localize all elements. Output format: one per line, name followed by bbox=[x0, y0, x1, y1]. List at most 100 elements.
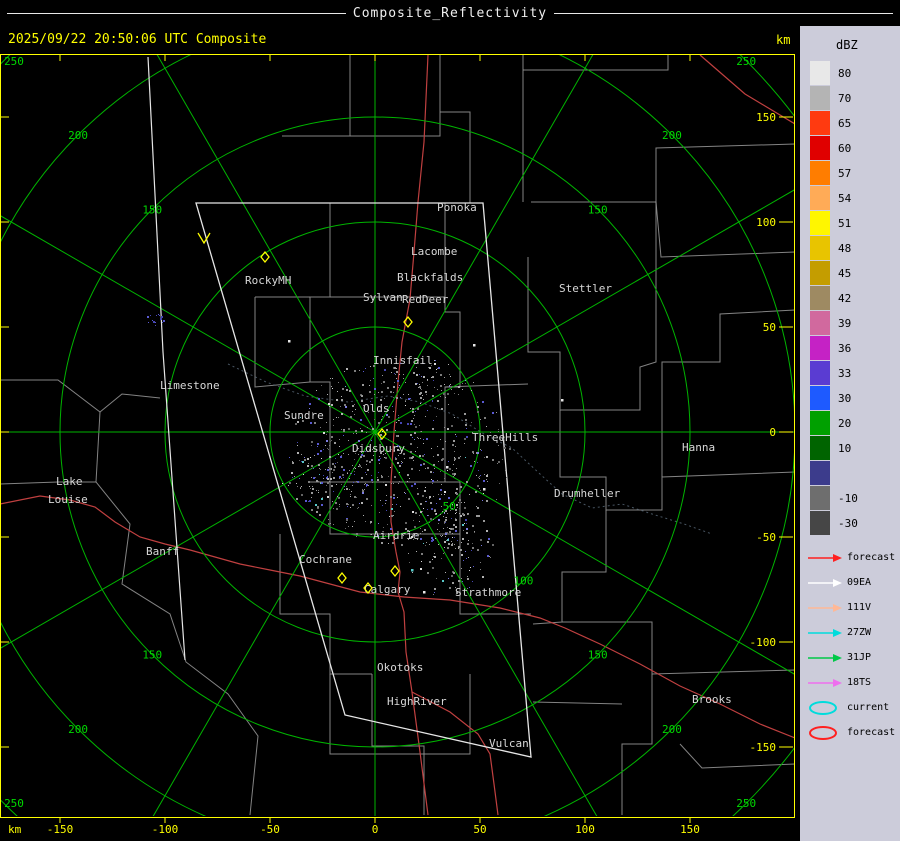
right-axis-label: 100 bbox=[756, 216, 776, 229]
track-label: 111V bbox=[847, 602, 872, 613]
track-legend-row: 18TS bbox=[806, 670, 900, 695]
colorbar-row: 57 bbox=[810, 161, 900, 185]
city-label: Stettler bbox=[559, 282, 612, 295]
colorbar-value: 80 bbox=[838, 66, 852, 80]
track-legend-row: 111V bbox=[806, 595, 900, 620]
city-label: Innisfail bbox=[373, 354, 433, 367]
city-label: Vulcan bbox=[489, 737, 529, 750]
colorbar-row: 70 bbox=[810, 86, 900, 110]
track-arrow-icon bbox=[808, 578, 842, 587]
city-label: Sylvan bbox=[363, 291, 403, 304]
colorbar-swatch bbox=[810, 161, 830, 185]
city-label: RockyMH bbox=[245, 274, 291, 287]
ring-distance-label: 50 bbox=[443, 500, 456, 513]
colorbar-value: 33 bbox=[838, 366, 852, 380]
city-label: Lacombe bbox=[411, 245, 457, 258]
colorbar-value: 65 bbox=[838, 116, 852, 130]
storm-track-legend: forecast 09EA 111V 27ZW 31JP 18TS current forec… bbox=[800, 545, 900, 745]
timestamp: 2025/09/22 20:50:06 UTC Composite bbox=[8, 32, 267, 47]
storm-cell-marker bbox=[411, 569, 414, 572]
legend-panel: dBZ 80 70 65 60 57 54 51 48 45 42 39 36 33 30 20 10 -10 -… bbox=[800, 26, 900, 841]
colorbar-swatch bbox=[810, 61, 830, 85]
ring-distance-label: 200 bbox=[662, 129, 682, 142]
track-label: forecast bbox=[847, 727, 896, 738]
city-label: Strathmore bbox=[455, 586, 521, 599]
yaxis-unit-label: km bbox=[776, 33, 791, 47]
colorbar-row: 20 bbox=[810, 411, 900, 435]
right-axis-label: 50 bbox=[763, 321, 776, 334]
ring-distance-label: 150 bbox=[588, 203, 608, 216]
colorbar-row: 10 bbox=[810, 436, 900, 460]
city-label: Louise bbox=[48, 493, 88, 506]
track-label: current bbox=[847, 702, 890, 713]
track-label: forecast bbox=[847, 552, 896, 563]
storm-cell-marker bbox=[423, 591, 426, 594]
bottom-axis-label: -50 bbox=[260, 823, 280, 836]
track-label: 27ZW bbox=[847, 627, 872, 638]
storm-cell-marker bbox=[561, 399, 564, 402]
map-header: 2025/09/22 20:50:06 UTC Composite km bbox=[0, 26, 800, 52]
storm-cell-marker bbox=[446, 466, 449, 469]
track-arrow-icon bbox=[808, 603, 842, 612]
ring-distance-label: 150 bbox=[588, 649, 608, 662]
title-rule-left bbox=[7, 12, 346, 14]
window-title: Composite_Reflectivity bbox=[352, 5, 548, 21]
colorbar-row: 42 bbox=[810, 286, 900, 310]
city-label: ThreeHills bbox=[472, 431, 538, 444]
colorbar-swatch bbox=[810, 436, 830, 460]
colorbar-value: -10 bbox=[838, 491, 858, 505]
ring-distance-label: 250 bbox=[4, 55, 24, 68]
track-legend-row: 27ZW bbox=[806, 620, 900, 645]
colorbar-row: -30 bbox=[810, 511, 900, 535]
city-label: Limestone bbox=[160, 379, 220, 392]
colorbar: 80 70 65 60 57 54 51 48 45 42 39 36 33 30 20 10 -10 -30 bbox=[800, 61, 900, 535]
track-legend-row: current bbox=[806, 695, 900, 720]
ring-distance-label: 150 bbox=[142, 203, 162, 216]
city-label: Hanna bbox=[682, 441, 715, 454]
right-axis-label: 150 bbox=[756, 111, 776, 124]
track-arrow-icon bbox=[808, 553, 842, 562]
track-arrow-icon bbox=[808, 628, 842, 637]
colorbar-value: 10 bbox=[838, 441, 852, 455]
colorbar-row: 54 bbox=[810, 186, 900, 210]
colorbar-value: 60 bbox=[838, 141, 852, 155]
right-axis-label: -50 bbox=[756, 531, 776, 544]
city-label: Banff bbox=[146, 545, 179, 558]
colorbar-value: 20 bbox=[838, 416, 852, 430]
colorbar-swatch bbox=[810, 336, 830, 360]
bottom-axis-label: 50 bbox=[473, 823, 486, 836]
colorbar-row: 45 bbox=[810, 261, 900, 285]
colorbar-row: 60 bbox=[810, 136, 900, 160]
colorbar-row: 39 bbox=[810, 311, 900, 335]
colorbar-value: 39 bbox=[838, 316, 852, 330]
ring-distance-label: 200 bbox=[68, 723, 88, 736]
track-arrow-icon bbox=[808, 653, 842, 662]
colorbar-value: -30 bbox=[838, 516, 858, 530]
right-axis-label: -100 bbox=[750, 636, 777, 649]
city-label: Drumheller bbox=[554, 487, 621, 500]
colorbar-swatch bbox=[810, 286, 830, 310]
colorbar-swatch bbox=[810, 261, 830, 285]
track-label: 09EA bbox=[847, 577, 872, 588]
ring-distance-label: 250 bbox=[4, 797, 24, 810]
colorbar-swatch bbox=[810, 211, 830, 235]
colorbar-value: 30 bbox=[838, 391, 852, 405]
colorbar-value: 51 bbox=[838, 216, 852, 230]
city-label: RedDeer bbox=[402, 293, 449, 306]
colorbar-swatch bbox=[810, 411, 830, 435]
colorbar-title: dBZ bbox=[836, 38, 858, 52]
ring-distance-label: 250 bbox=[736, 797, 756, 810]
city-label: Olds bbox=[363, 402, 390, 415]
colorbar-swatch bbox=[810, 236, 830, 260]
colorbar-swatch bbox=[810, 136, 830, 160]
track-arrow-icon bbox=[808, 678, 842, 687]
right-axis-label: -150 bbox=[750, 741, 777, 754]
colorbar-value: 42 bbox=[838, 291, 852, 305]
colorbar-swatch bbox=[810, 86, 830, 110]
city-label: Didsbury bbox=[352, 442, 405, 455]
titlebar: Composite_Reflectivity bbox=[0, 0, 900, 26]
storm-cell-marker bbox=[483, 488, 486, 491]
colorbar-row: 80 bbox=[810, 61, 900, 85]
radar-map-canvas[interactable]: 250 200 150 250 200 150 50 100 150 200 250 150 200 25… bbox=[0, 52, 800, 841]
bottom-axis-label: -150 bbox=[47, 823, 74, 836]
